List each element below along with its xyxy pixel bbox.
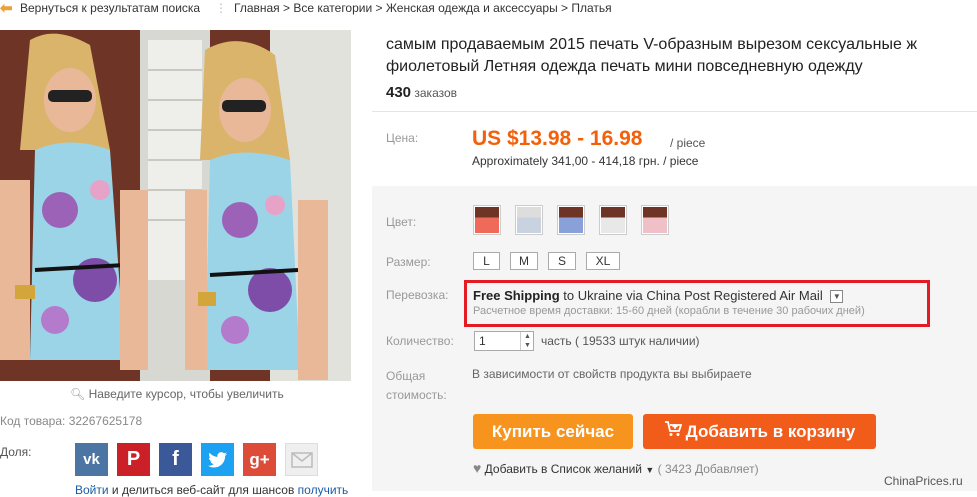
twitter-icon[interactable] bbox=[201, 443, 234, 476]
product-title: самым продаваемым 2015 печать V-образным… bbox=[386, 34, 977, 78]
pinterest-icon[interactable]: P bbox=[117, 443, 150, 476]
share-invite-text: Войти и делиться веб-сайт для шансов пол… bbox=[75, 483, 348, 497]
product-title-line-2: фиолетовый Летняя одежда печать мини пов… bbox=[386, 58, 863, 75]
product-title-line-1: самым продаваемым 2015 печать V-образным… bbox=[386, 36, 918, 53]
orders-number: 430 bbox=[386, 84, 412, 101]
size-option-m[interactable]: M bbox=[510, 252, 538, 270]
wishlist-link[interactable]: Добавить в Список желаний bbox=[485, 462, 642, 476]
share-label: Доля: bbox=[0, 445, 32, 459]
color-label: Цвет: bbox=[386, 215, 417, 229]
get-link[interactable]: получить bbox=[298, 483, 349, 497]
quantity-label: Количество: bbox=[386, 334, 454, 348]
product-image[interactable] bbox=[0, 30, 351, 381]
size-label: Размер: bbox=[386, 255, 431, 269]
total-label-line-2: стоимость: bbox=[386, 388, 447, 402]
color-swatch-5[interactable] bbox=[641, 205, 669, 235]
total-value: В зависимости от свойств продукта вы выб… bbox=[472, 367, 752, 381]
facebook-icon[interactable]: f bbox=[159, 443, 192, 476]
orders-label: заказов bbox=[414, 86, 458, 100]
delivery-time: Расчетное время доставки: 15-60 дней (ко… bbox=[473, 305, 865, 317]
price-value: US $13.98 - 16.98 bbox=[472, 127, 643, 150]
shipping-info: Free Shipping to Ukraine via China Post … bbox=[473, 288, 844, 304]
add-to-cart-label: Добавить в корзину bbox=[685, 421, 856, 441]
add-to-cart-button[interactable]: Добавить в корзину bbox=[643, 414, 876, 449]
total-label-line-1: Общая bbox=[386, 369, 426, 383]
zoom-hint-text: Наведите курсор, чтобы увеличить bbox=[88, 387, 284, 401]
orders-count: 430 заказов bbox=[386, 84, 457, 101]
divider: ⋮ bbox=[215, 1, 227, 15]
total-label: Общая стоимость: bbox=[386, 367, 447, 405]
back-arrow-icon[interactable]: ⬅ bbox=[0, 0, 13, 17]
price-unit: / piece bbox=[670, 136, 706, 150]
magnifier-icon: 🔍︎ bbox=[70, 387, 86, 401]
watermark: ChinaPrices.ru bbox=[884, 474, 963, 488]
size-option-s[interactable]: S bbox=[548, 252, 576, 270]
wishlist-row[interactable]: ♥ Добавить в Список желаний ▼ ( 3423 Доб… bbox=[473, 460, 759, 476]
color-swatch-4[interactable] bbox=[599, 205, 627, 235]
size-option-l[interactable]: L bbox=[473, 252, 500, 270]
price-approx: Approximately 341,00 - 414,18 грн. / pie… bbox=[472, 154, 699, 168]
price-label: Цена: bbox=[386, 131, 419, 145]
color-swatch-1[interactable] bbox=[473, 205, 501, 235]
quantity-stepper[interactable]: ▲ ▼ bbox=[520, 332, 534, 350]
color-swatch-3[interactable] bbox=[557, 205, 585, 235]
google-plus-icon[interactable]: g+ bbox=[243, 443, 276, 476]
shipping-label: Перевозка: bbox=[386, 288, 449, 302]
divider bbox=[372, 111, 977, 112]
zoom-hint: 🔍︎ Наведите курсор, чтобы увеличить bbox=[70, 387, 284, 401]
chevron-down-icon[interactable]: ▼ bbox=[830, 290, 844, 304]
shipping-to: to bbox=[563, 288, 575, 303]
shipping-method[interactable]: Ukraine via China Post Registered Air Ma… bbox=[578, 288, 823, 303]
back-to-results-link[interactable]: Вернуться к результатам поиска bbox=[20, 1, 200, 15]
chevron-down-icon[interactable]: ▼ bbox=[645, 465, 654, 475]
share-invite-body: и делиться веб-сайт для шансов bbox=[108, 483, 298, 497]
cart-icon bbox=[664, 421, 682, 442]
email-icon[interactable] bbox=[285, 443, 318, 476]
buy-now-button[interactable]: Купить сейчас bbox=[473, 414, 633, 449]
vk-icon[interactable]: vk bbox=[75, 443, 108, 476]
breadcrumb[interactable]: Главная > Все категории > Женская одежда… bbox=[234, 1, 612, 15]
heart-icon[interactable]: ♥ bbox=[473, 460, 481, 476]
size-option-xl[interactable]: XL bbox=[586, 252, 620, 270]
wishlist-count: ( 3423 Добавляет) bbox=[657, 462, 759, 476]
top-bar: ⬅ Вернуться к результатам поиска ⋮ Главн… bbox=[0, 0, 977, 18]
login-link[interactable]: Войти bbox=[75, 483, 109, 497]
free-shipping: Free Shipping bbox=[473, 288, 560, 303]
product-code: Код товара: 32267625178 bbox=[0, 414, 143, 428]
stock-info: часть ( 19533 штук наличии) bbox=[541, 334, 700, 348]
color-swatch-2[interactable] bbox=[515, 205, 543, 235]
